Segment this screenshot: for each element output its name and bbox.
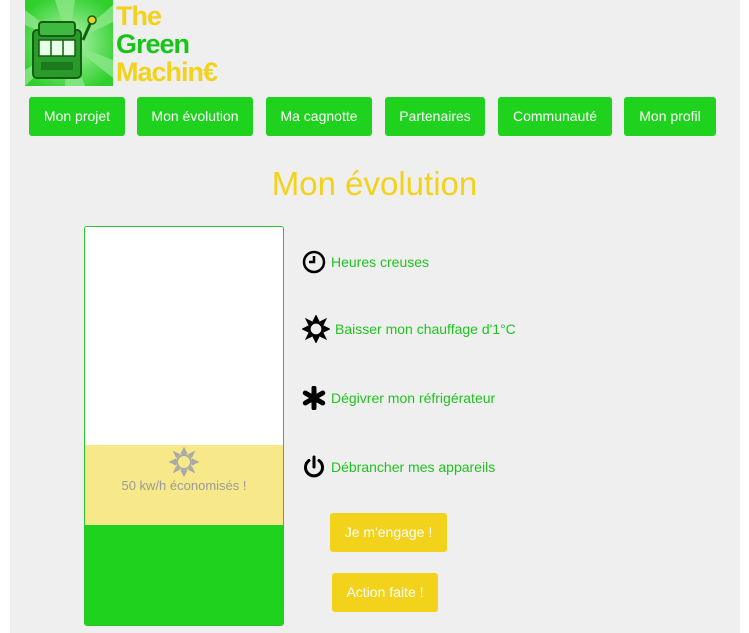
sun-icon [301,314,331,344]
action-done-button[interactable]: Action faite ! [332,573,438,612]
logo-text: The Green Machin€ [116,1,218,87]
nav-mon-evolution[interactable]: Mon évolution [137,97,253,136]
logo-line-machine: Machin€ [116,57,218,87]
power-icon [302,455,326,479]
nav-communaute[interactable]: Communauté [498,97,612,136]
action-label: Baisser mon chauffage d'1°C [335,321,516,337]
meter-base-level [85,525,283,625]
logo-line-the: The [116,1,162,31]
clock-icon [302,250,326,274]
main-nav: Mon projet Mon évolution Ma cagnotte Par… [0,97,749,137]
action-degivrer-refrigerateur[interactable]: Dégivrer mon réfrigérateur [302,383,495,413]
logo[interactable]: The Green Machin€ [25,0,243,88]
nav-mon-projet[interactable]: Mon projet [29,97,125,136]
meter-saved-text: 50 kw/h économisés ! [121,478,247,493]
nav-ma-cagnotte[interactable]: Ma cagnotte [266,97,372,136]
nav-mon-profil[interactable]: Mon profil [624,97,716,136]
action-baisser-chauffage[interactable]: Baisser mon chauffage d'1°C [301,314,516,344]
action-heures-creuses[interactable]: Heures creuses [302,247,429,277]
action-label: Dégivrer mon réfrigérateur [331,390,496,406]
page-title: Mon évolution [271,165,478,202]
nav-partenaires[interactable]: Partenaires [385,97,485,136]
action-label: Heures creuses [331,254,430,270]
slot-machine-logo-image [25,0,113,86]
engage-button[interactable]: Je m'engage ! [330,513,447,552]
action-label: Débrancher mes appareils [331,459,496,475]
asterisk-icon [302,385,326,411]
energy-meter: 50 kw/h économisés ! [84,226,284,626]
logo-line-green: Green [116,29,190,59]
sun-icon [168,446,200,478]
action-debrancher-appareils[interactable]: Débrancher mes appareils [302,452,495,482]
